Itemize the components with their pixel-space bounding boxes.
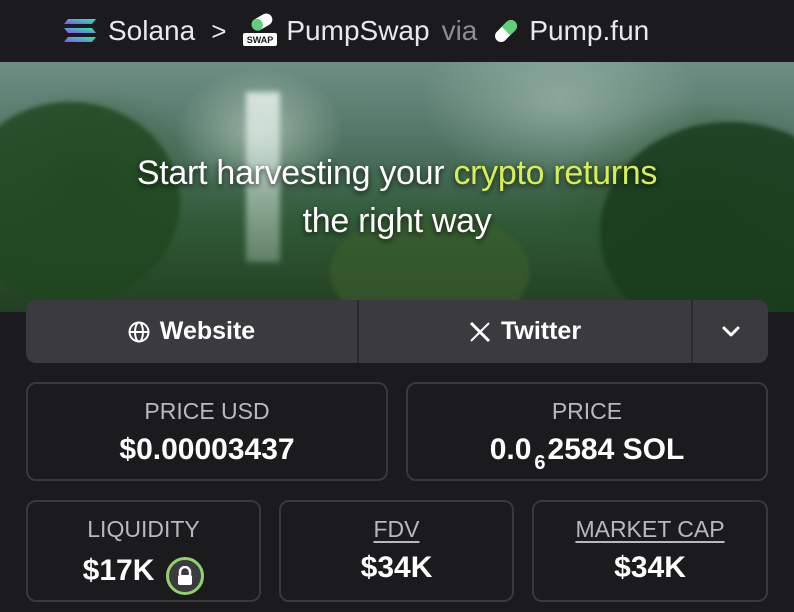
liquidity-value: $17K (82, 554, 155, 587)
banner-headline-prefix: Start harvesting your (136, 154, 454, 192)
solana-logo-icon (64, 19, 96, 42)
banner-headline-highlight: crypto returns (453, 154, 658, 192)
price-native-label: PRICE (551, 398, 623, 424)
market-cap-card: MARKET CAP $34K (532, 500, 768, 602)
breadcrumb-launchpad[interactable]: Pump.fun (491, 15, 649, 47)
liquidity-value-row: $17K (28, 551, 259, 595)
pumpswap-logo-icon: SWAP (243, 13, 278, 46)
banner-headline: Start harvesting your crypto returns (0, 154, 794, 193)
breadcrumb-chain-label: Solana (108, 15, 196, 46)
twitter-button-label: Twitter (500, 317, 582, 345)
pumpfun-pill-icon (495, 20, 518, 42)
breadcrumb-dex[interactable]: SWAP PumpSwap (242, 13, 430, 49)
price-usd-value: $0.00003437 (119, 433, 295, 466)
fdv-card: FDV $34K (279, 500, 514, 602)
promo-banner[interactable]: Start harvesting your crypto returns the… (0, 62, 794, 312)
x-logo-icon (469, 321, 491, 342)
price-native-zero-count: 6 (534, 452, 546, 474)
breadcrumb-launchpad-label: Pump.fun (529, 15, 650, 46)
globe-icon (128, 321, 150, 342)
website-button[interactable]: Website (26, 300, 359, 363)
banner-headline-line2: the right way (302, 202, 492, 240)
website-button-label: Website (159, 317, 256, 345)
price-native-value: 0.0 6 2584 SOL (408, 433, 766, 474)
swap-badge-text: SWAP (247, 35, 274, 45)
breadcrumb-via: via (441, 15, 478, 46)
lock-icon[interactable] (166, 557, 205, 595)
liquidity-label: LIQUIDITY (87, 516, 200, 542)
more-links-button[interactable] (693, 300, 768, 363)
fdv-label[interactable]: FDV (281, 516, 512, 543)
chevron-down-icon (722, 326, 739, 336)
breadcrumb-dex-label: PumpSwap (286, 15, 430, 46)
breadcrumb-chain[interactable]: Solana (62, 15, 195, 47)
twitter-button[interactable]: Twitter (359, 300, 693, 363)
breadcrumb-separator: > (211, 15, 227, 46)
price-usd-label: PRICE USD (144, 398, 270, 424)
price-native-card: PRICE 0.0 6 2584 SOL (406, 382, 768, 481)
social-links-bar: Website Twitter (26, 300, 768, 363)
price-native-suffix: 2584 SOL (547, 433, 685, 466)
market-cap-label[interactable]: MARKET CAP (534, 516, 766, 543)
fdv-value: $34K (360, 551, 433, 584)
lock-glyph (178, 566, 193, 585)
breadcrumb: Solana > SWAP PumpSwap via Pump.fun (0, 0, 794, 62)
market-cap-value: $34K (614, 551, 686, 584)
price-native-prefix: 0.0 (489, 433, 532, 466)
price-usd-card: PRICE USD $0.00003437 (26, 382, 388, 481)
liquidity-card: LIQUIDITY $17K (26, 500, 261, 602)
